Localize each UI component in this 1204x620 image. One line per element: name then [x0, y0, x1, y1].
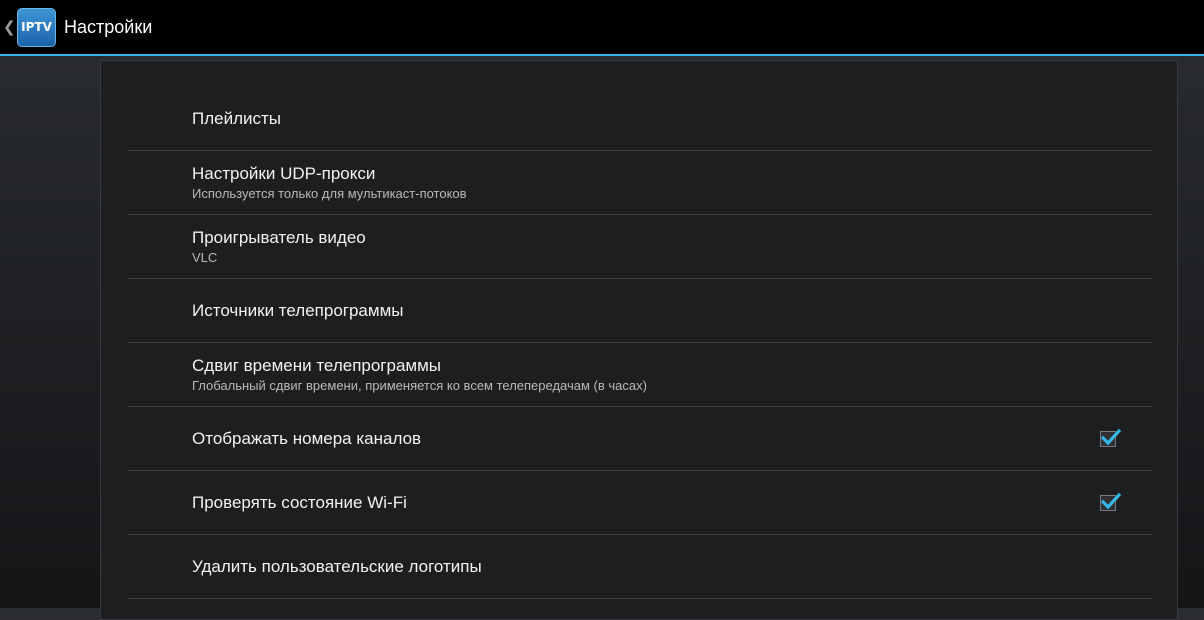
checkmark-icon — [1100, 492, 1122, 509]
setting-title: Источники телепрограммы — [192, 301, 404, 320]
check-wifi-checkbox[interactable] — [1100, 492, 1122, 511]
page-title: Настройки — [64, 16, 153, 37]
setting-playlists[interactable]: Плейлисты — [128, 87, 1152, 151]
setting-title: Настройки UDP-прокси — [192, 164, 376, 183]
setting-title: Отображать номера каналов — [192, 429, 422, 448]
settings-panel: Плейлисты Настройки UDP-прокси Используе… — [100, 60, 1178, 620]
setting-video-player[interactable]: Проигрыватель видео VLC — [128, 215, 1152, 279]
app-icon-label: IPTV — [21, 20, 52, 34]
setting-delete-custom-logos[interactable]: Удалить пользовательские логотипы — [128, 535, 1152, 599]
settings-list: Плейлисты Настройки UDP-прокси Используе… — [128, 87, 1152, 599]
channel-numbers-checkbox[interactable] — [1100, 428, 1122, 447]
setting-title: Плейлисты — [192, 109, 282, 128]
setting-summary: Используется только для мультикаст-поток… — [192, 186, 467, 201]
app-icon[interactable]: IPTV — [17, 7, 56, 47]
checkmark-icon — [1100, 428, 1122, 445]
setting-summary: VLC — [192, 250, 218, 265]
setting-epg-sources[interactable]: Источники телепрограммы — [128, 279, 1152, 343]
action-bar: ❮ IPTV Настройки — [0, 0, 1204, 56]
setting-udp-proxy[interactable]: Настройки UDP-прокси Используется только… — [128, 151, 1152, 215]
setting-show-channel-numbers[interactable]: Отображать номера каналов — [128, 407, 1152, 471]
setting-title: Удалить пользовательские логотипы — [192, 557, 482, 576]
setting-title: Проверять состояние Wi-Fi — [192, 493, 407, 512]
setting-title: Проигрыватель видео — [192, 228, 366, 247]
setting-title: Сдвиг времени телепрограммы — [192, 356, 442, 375]
chevron-left-icon[interactable]: ❮ — [3, 18, 16, 36]
setting-summary: Глобальный сдвиг времени, применяется ко… — [192, 378, 647, 393]
setting-check-wifi[interactable]: Проверять состояние Wi-Fi — [128, 471, 1152, 535]
setting-epg-time-shift[interactable]: Сдвиг времени телепрограммы Глобальный с… — [128, 343, 1152, 407]
